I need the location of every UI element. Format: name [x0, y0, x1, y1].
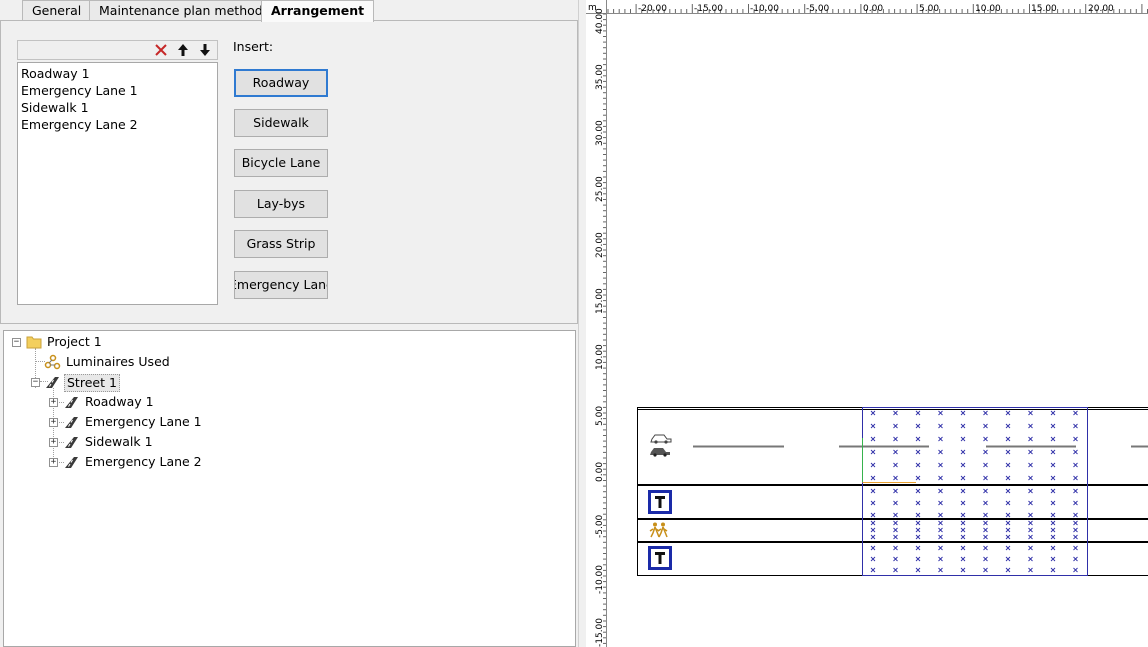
- street-icon: [63, 394, 80, 410]
- insert-bicycle-lane-button[interactable]: Bicycle Lane: [234, 149, 328, 177]
- y-tick-label: 5.00: [595, 406, 605, 426]
- project-tree: − Project 1 Luminaires Used − Street 1 +…: [3, 330, 576, 647]
- panel-splitter[interactable]: [578, 0, 586, 647]
- y-tick-label: 30.00: [595, 120, 605, 146]
- y-tick-label: 15.00: [595, 288, 605, 314]
- tab-general[interactable]: General: [22, 0, 92, 21]
- tab-general-label: General: [32, 3, 82, 18]
- arrangement-list[interactable]: Roadway 1 Emergency Lane 1 Sidewalk 1 Em…: [17, 62, 218, 305]
- x-tick-label: -5.00: [806, 4, 830, 14]
- tree-label: Project 1: [47, 334, 102, 349]
- tab-strip: General Maintenance plan method Arrangem…: [0, 0, 578, 22]
- tab-arrangement-label: Arrangement: [271, 3, 365, 18]
- insert-sidewalk-button[interactable]: Sidewalk: [234, 109, 328, 137]
- move-up-icon[interactable]: [175, 42, 191, 58]
- move-down-icon[interactable]: [197, 42, 213, 58]
- list-item[interactable]: Emergency Lane 1: [21, 82, 214, 99]
- y-tick-label: -15.00: [595, 618, 605, 647]
- expand-icon[interactable]: +: [49, 398, 58, 407]
- x-tick-label: 5.00: [919, 4, 939, 14]
- collapse-icon[interactable]: −: [12, 338, 21, 347]
- insert-grass-strip-button[interactable]: Grass Strip: [234, 230, 328, 258]
- x-tick-label: -20.00: [638, 4, 667, 14]
- tree-node-project[interactable]: − Project 1: [4, 333, 204, 351]
- folder-icon: [26, 334, 43, 350]
- expand-icon[interactable]: +: [49, 438, 58, 447]
- tree-label: Emergency Lane 1: [85, 414, 202, 429]
- list-toolbar: [17, 40, 218, 60]
- insert-emergency-lane-button[interactable]: Emergency Lane: [234, 271, 328, 299]
- luminaires-icon: [44, 354, 61, 370]
- x-tick-label: 0.00: [863, 4, 883, 14]
- collapse-icon[interactable]: −: [31, 378, 40, 387]
- tab-maintenance-plan[interactable]: Maintenance plan method: [89, 0, 273, 21]
- canvas-drawing: m -20.00 -15.00 -10.00 -5.00 0.00 5.00 1…: [586, 0, 1148, 647]
- delete-icon[interactable]: [153, 42, 169, 58]
- x-tick-label: 10.00: [975, 4, 1001, 14]
- expand-icon[interactable]: +: [49, 458, 58, 467]
- street-icon: [44, 374, 61, 390]
- tree-node-sidewalk[interactable]: + Sidewalk 1: [4, 433, 224, 451]
- tree-node-roadway[interactable]: + Roadway 1: [4, 393, 224, 411]
- list-item[interactable]: Sidewalk 1: [21, 99, 214, 116]
- tree-node-emergency-lane-1[interactable]: + Emergency Lane 1: [4, 413, 224, 431]
- street-icon: [63, 434, 80, 450]
- y-tick-label: 25.00: [595, 176, 605, 202]
- street-layout[interactable]: [637, 407, 1148, 576]
- tree-label: Street 1: [64, 374, 120, 392]
- expand-icon[interactable]: +: [49, 418, 58, 427]
- street-icon: [63, 454, 80, 470]
- tree-node-luminaires[interactable]: Luminaires Used: [4, 353, 204, 371]
- insert-lay-bys-button[interactable]: Lay-bys: [234, 190, 328, 218]
- y-tick-label: 10.00: [595, 344, 605, 370]
- y-tick-label: -10.00: [595, 565, 605, 594]
- insert-roadway-button[interactable]: Roadway: [234, 69, 328, 97]
- x-tick-label: -10.00: [750, 4, 779, 14]
- emergency-lane-1-band[interactable]: [637, 485, 1148, 519]
- x-tick-label: 15.00: [1031, 4, 1057, 14]
- y-tick-label: -5.00: [595, 514, 605, 538]
- insert-label: Insert:: [233, 39, 274, 54]
- tab-maintenance-plan-label: Maintenance plan method: [99, 3, 263, 18]
- street-canvas[interactable]: m -20.00 -15.00 -10.00 -5.00 0.00 5.00 1…: [586, 0, 1148, 647]
- y-tick-label: 35.00: [595, 64, 605, 90]
- emergency-lane-2-band[interactable]: [637, 542, 1148, 576]
- tree-label: Roadway 1: [85, 394, 154, 409]
- tree-label: Emergency Lane 2: [85, 454, 202, 469]
- tree-label: Luminaires Used: [66, 354, 170, 369]
- sidewalk-band[interactable]: [637, 519, 1148, 542]
- tree-label: Sidewalk 1: [85, 434, 153, 449]
- tab-arrangement[interactable]: Arrangement: [261, 0, 375, 22]
- list-item[interactable]: Roadway 1: [21, 65, 214, 82]
- emergency-lane-icon: [648, 546, 672, 570]
- y-tick-label: 40.00: [595, 8, 605, 34]
- emergency-lane-icon: [648, 490, 672, 514]
- y-tick-label: 0.00: [595, 462, 605, 482]
- street-icon: [63, 414, 80, 430]
- x-tick-label: 20.00: [1088, 4, 1114, 14]
- tree-node-emergency-lane-2[interactable]: + Emergency Lane 2: [4, 453, 224, 471]
- list-item[interactable]: Emergency Lane 2: [21, 116, 214, 133]
- x-tick-label: -15.00: [694, 4, 723, 14]
- y-tick-label: 20.00: [595, 232, 605, 258]
- tree-node-street[interactable]: − Street 1: [4, 373, 204, 392]
